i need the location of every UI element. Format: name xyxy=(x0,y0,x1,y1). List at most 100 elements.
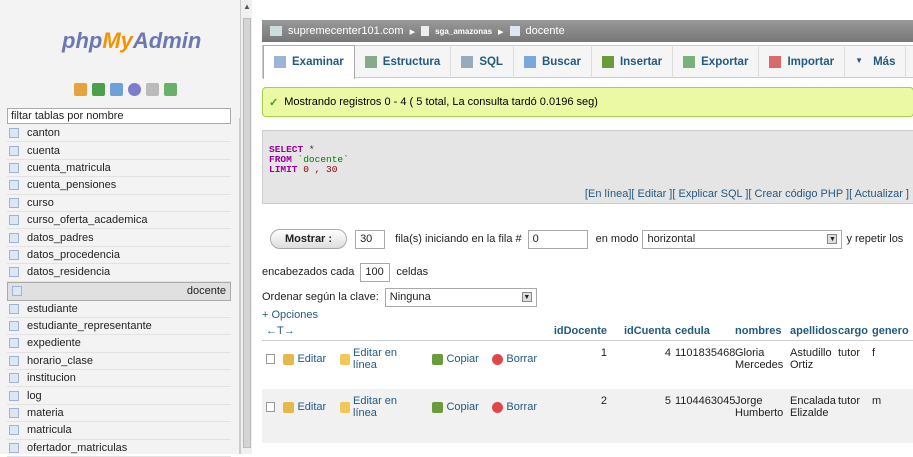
table-icon[interactable] xyxy=(9,145,19,156)
cell-genero: m xyxy=(872,395,882,407)
scroll-thumb[interactable] xyxy=(243,18,251,448)
table-icon[interactable] xyxy=(9,442,19,453)
row-actions: Editar Editar en línea Copiar Borrar xyxy=(262,347,537,371)
table-icon[interactable] xyxy=(12,286,22,297)
column-header[interactable]: idCuenta xyxy=(607,325,671,337)
sidebar-item-horario_clase[interactable]: horario_clase xyxy=(7,353,231,371)
table-icon[interactable] xyxy=(9,355,19,366)
column-header[interactable]: genero xyxy=(868,325,909,337)
delete-link[interactable]: Borrar xyxy=(492,353,537,365)
inline-edit-link[interactable]: Editar en línea xyxy=(339,395,419,419)
sidebar-item-label: ofertador_matriculas xyxy=(27,441,128,454)
sql-link[interactable]: [ Editar ] xyxy=(631,188,672,200)
scroll-up-icon[interactable]: ▲ xyxy=(243,2,251,11)
column-header[interactable]: cedula xyxy=(671,325,735,337)
row-checkbox[interactable] xyxy=(266,354,276,364)
tab-sql[interactable]: SQL xyxy=(451,45,514,78)
cell-id: 2 xyxy=(600,395,607,407)
sidebar-item-institucion[interactable]: institucion xyxy=(7,370,231,388)
sidebar-item-matricula[interactable]: matricula xyxy=(7,422,231,440)
table-icon[interactable] xyxy=(9,303,19,314)
sidebar-item-estudiante[interactable]: estudiante xyxy=(7,301,231,318)
row-checkbox[interactable] xyxy=(266,402,276,412)
sql-link[interactable]: [ Crear código PHP ] xyxy=(748,188,849,200)
home-icon[interactable] xyxy=(74,83,87,96)
column-header[interactable]: cargo xyxy=(838,325,868,337)
edit-label: Editar xyxy=(297,353,327,365)
sidebar-item-cuenta_pensiones[interactable]: cuenta_pensiones xyxy=(7,177,231,195)
sidebar-item-ofertador_matriculas[interactable]: ofertador_matriculas xyxy=(7,440,231,457)
sidebar-item-log[interactable]: log xyxy=(7,387,231,405)
inline-edit-link[interactable]: Editar en línea xyxy=(339,347,419,371)
column-header[interactable]: nombres xyxy=(735,325,790,337)
tab-structure[interactable]: Estructura xyxy=(355,45,452,78)
mode-select[interactable]: horizontal ▼ xyxy=(642,229,843,249)
docs-icon[interactable] xyxy=(146,83,159,96)
edit-link[interactable]: Editar xyxy=(283,401,326,413)
table-icon[interactable] xyxy=(9,408,19,419)
sql-icon xyxy=(461,55,474,68)
sidebar-item-datos_padres[interactable]: datos_padres xyxy=(7,229,231,247)
table-icon[interactable] xyxy=(9,232,19,243)
sidebar-item-expediente[interactable]: expediente xyxy=(7,335,231,353)
headers-input[interactable]: 100 xyxy=(360,262,391,282)
sql-link[interactable]: [ Explicar SQL ] xyxy=(672,188,748,200)
table-icon[interactable] xyxy=(9,128,19,139)
table-icon[interactable] xyxy=(9,425,19,436)
table-icon[interactable] xyxy=(9,197,19,208)
table-icon[interactable] xyxy=(9,215,19,226)
order-select[interactable]: Ninguna ▼ xyxy=(384,287,537,307)
table-icon[interactable] xyxy=(9,321,19,332)
copy-link[interactable]: Copiar xyxy=(432,401,479,413)
sidebar-item-estudiante_representante[interactable]: estudiante_representante xyxy=(7,318,231,336)
tab-bar: Examinar Estructura SQL Buscar Insertar Expor… xyxy=(262,44,913,79)
sidebar-item-docente[interactable]: docente xyxy=(7,281,231,301)
sql-link[interactable]: [ Actualizar ] xyxy=(849,188,909,200)
tab-search[interactable]: Buscar xyxy=(514,45,592,78)
tab-more[interactable]: ▼ Más xyxy=(845,45,907,78)
sidebar-item-canton[interactable]: canton xyxy=(7,125,231,143)
tab-browse[interactable]: Examinar xyxy=(263,44,355,79)
table-icon[interactable] xyxy=(9,390,19,401)
exit-icon[interactable] xyxy=(92,83,105,96)
sql-link[interactable]: [En línea] xyxy=(585,188,631,200)
column-header[interactable]: idDocente xyxy=(537,325,607,337)
table-icon[interactable] xyxy=(9,162,19,173)
table-icon[interactable] xyxy=(9,338,19,349)
sidebar-item-datos_procedencia[interactable]: datos_procedencia xyxy=(7,247,231,265)
breadcrumb-table[interactable]: docente xyxy=(526,25,565,37)
tab-import[interactable]: Importar xyxy=(759,45,846,78)
pencil-icon xyxy=(283,401,295,413)
sidebar-item-label: datos_residencia xyxy=(27,266,111,279)
sidebar-item-datos_residencia[interactable]: datos_residencia xyxy=(7,264,231,282)
show-button[interactable]: Mostrar : xyxy=(270,229,348,249)
breadcrumb-db[interactable]: sga_amazonas xyxy=(435,27,492,36)
breadcrumb-server[interactable]: supremecenter101.com xyxy=(288,25,404,37)
sidebar-item-curso[interactable]: curso xyxy=(7,195,231,212)
reload-icon[interactable] xyxy=(164,83,177,96)
copy-link[interactable]: Copiar xyxy=(432,353,479,365)
sidebar-item-curso_oferta_academica[interactable]: curso_oferta_academica xyxy=(7,212,231,230)
sidebar-scrollbar[interactable]: ▲ xyxy=(240,0,252,454)
rows-input[interactable]: 30 xyxy=(355,229,386,249)
column-header[interactable]: apellidos xyxy=(790,325,838,337)
sidebar-item-materia[interactable]: materia xyxy=(7,405,231,423)
tab-insert[interactable]: Insertar xyxy=(592,45,674,78)
table-icon[interactable] xyxy=(9,249,19,260)
edit-link[interactable]: Editar xyxy=(283,353,326,365)
table-filter-input[interactable]: filtar tablas por nombre xyxy=(7,108,231,124)
sidebar-item-cuenta_matricula[interactable]: cuenta_matricula xyxy=(7,160,231,178)
table-icon[interactable] xyxy=(9,373,19,384)
query-window-icon[interactable] xyxy=(110,83,123,96)
table-icon[interactable] xyxy=(9,180,19,191)
start-row-input[interactable]: 0 xyxy=(527,229,588,249)
results-grid: ←T→ idDocente idCuenta cedula nombres ap… xyxy=(262,321,913,443)
phpmyadmin-logo[interactable]: phpMyAdmin xyxy=(62,28,201,54)
tab-export[interactable]: Exportar xyxy=(673,45,760,78)
delete-link[interactable]: Borrar xyxy=(492,401,537,413)
table-icon[interactable] xyxy=(9,267,19,278)
column-arrows[interactable]: ←T→ xyxy=(262,325,537,337)
sidebar-item-cuenta[interactable]: cuenta xyxy=(7,142,231,160)
options-link[interactable]: + Opciones xyxy=(262,309,318,321)
help-icon[interactable] xyxy=(128,83,141,96)
